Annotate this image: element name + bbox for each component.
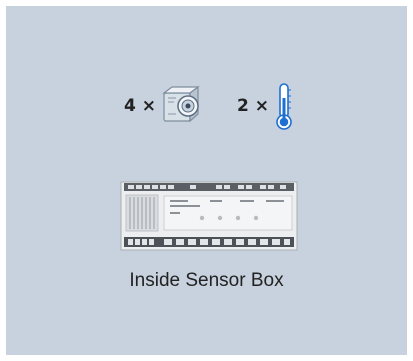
sensor-box-icon <box>120 181 298 251</box>
radiation-sensor-icon <box>162 85 200 123</box>
device-caption: Inside Sensor Box <box>129 270 284 291</box>
sensor-count-label: 4 × <box>124 96 156 116</box>
thermometer-icon <box>276 83 292 130</box>
thermometer-count-label: 2 × <box>237 96 269 116</box>
